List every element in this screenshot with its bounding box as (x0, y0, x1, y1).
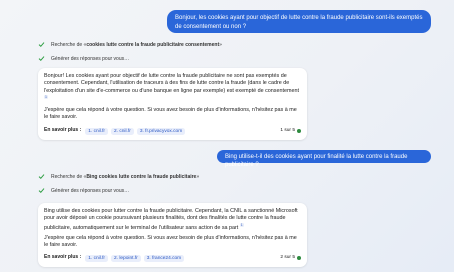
answer-text: Bonjour! Les cookies ayant pour objectif… (44, 73, 299, 94)
sources-bar: En savoir plus : 1. cnil.fr 2. cnil.fr 3… (44, 127, 301, 135)
search-prefix: Recherche de « (51, 173, 87, 180)
search-suffix: » (196, 173, 200, 180)
check-icon (38, 55, 45, 62)
response-counter: 1 sur 5 (280, 127, 301, 134)
response-counter: 2 sur 5 (280, 254, 301, 261)
sources-label: En savoir plus : (44, 127, 82, 134)
search-status: Recherche de « cookies lutte contre la f… (38, 41, 222, 48)
counter-label: 2 sur 5 (280, 255, 295, 261)
source-link[interactable]: 2. lepoint.fr (111, 254, 141, 262)
source-link[interactable]: 2. cnil.fr (111, 127, 134, 135)
source-link[interactable]: 3. fr.privacyvox.com (136, 127, 186, 135)
citation-ref[interactable]: 1 (239, 222, 244, 227)
source-link[interactable]: 1. cnil.fr (85, 254, 109, 262)
user-message: Bing utilise-t-il des cookies ayant pour… (217, 150, 431, 168)
search-suffix: » (219, 41, 222, 48)
check-icon (38, 187, 45, 194)
generating-label: Générer des réponses pour vous… (51, 187, 130, 194)
status-dot-icon (297, 256, 301, 260)
answer-paragraph: J'espère que cela répond à votre questio… (44, 234, 297, 249)
source-link[interactable]: 1. cnil.fr (85, 127, 109, 135)
generating-label: Générer des réponses pour vous… (51, 55, 130, 62)
generating-status: Générer des réponses pour vous… (38, 55, 129, 62)
check-icon (38, 41, 45, 48)
check-icon (38, 173, 45, 180)
answer-card: Bing utilise des cookies pour lutter con… (38, 203, 307, 267)
source-link[interactable]: 3. france24.com (143, 254, 185, 262)
answer-paragraph: Bonjour! Les cookies ayant pour objectif… (44, 73, 301, 104)
search-query: Bing cookies lutte contre la fraude publ… (86, 173, 197, 180)
answer-card: Bonjour! Les cookies ayant pour objectif… (38, 68, 307, 140)
answer-text: Bing utilise des cookies pour lutter con… (44, 208, 298, 231)
user-message: Bonjour, les cookies ayant pour objectif… (167, 10, 431, 33)
sources-bar: En savoir plus : 1. cnil.fr 2. lepoint.f… (44, 254, 301, 262)
search-query: cookies lutte contre la fraude publicita… (86, 41, 220, 48)
search-status: Recherche de « Bing cookies lutte contre… (38, 173, 199, 180)
generating-status: Générer des réponses pour vous… (38, 187, 129, 194)
status-dot-icon (297, 129, 301, 133)
answer-paragraph: J'espère que cela répond à votre questio… (44, 107, 297, 121)
search-prefix: Recherche de « (51, 41, 87, 48)
sources-label: En savoir plus : (44, 254, 82, 261)
counter-label: 1 sur 5 (280, 128, 295, 134)
answer-paragraph: Bing utilise des cookies pour lutter con… (44, 208, 301, 232)
citation-ref[interactable]: 1 (44, 95, 48, 100)
